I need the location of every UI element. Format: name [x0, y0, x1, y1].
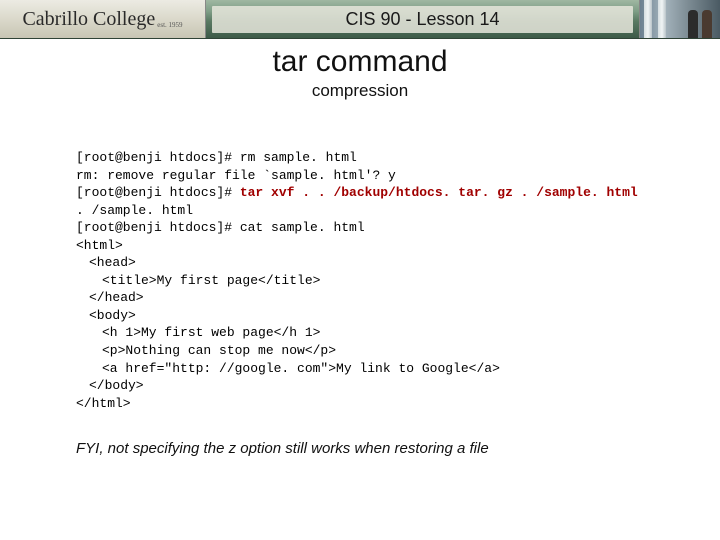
term-line: rm: remove regular file `sample. html'? … — [76, 167, 720, 185]
header-photo — [639, 0, 720, 38]
term-line: <html> — [76, 237, 720, 255]
term-line: rm sample. html — [240, 150, 357, 165]
term-line: </body> — [76, 377, 144, 395]
term-highlight: tar xvf . . /backup/htdocs. tar. gz . /s… — [240, 185, 638, 200]
term-line: . /sample. html — [76, 202, 720, 220]
term-line: <h 1>My first web page</h 1> — [76, 324, 320, 342]
college-logo: Cabrillo College est. 1959 — [0, 0, 206, 38]
terminal-output: [root@benji htdocs]# rm sample. html rm:… — [76, 149, 720, 412]
term-line: [root@benji htdocs]# — [76, 185, 240, 200]
title-area: tar command compression — [0, 45, 720, 101]
term-line: <p>Nothing can stop me now</p> — [76, 342, 336, 360]
term-line: <head> — [76, 254, 136, 272]
slide-title: tar command — [0, 45, 720, 79]
lesson-label: CIS 90 - Lesson 14 — [212, 6, 633, 33]
term-line: <title>My first page</title> — [76, 272, 320, 290]
term-line: <a href="http: //google. com">My link to… — [76, 360, 500, 378]
slide-subtitle: compression — [0, 81, 720, 101]
term-line: [root@benji htdocs]# cat sample. html — [76, 219, 720, 237]
header-bar: Cabrillo College est. 1959 CIS 90 - Less… — [0, 0, 720, 39]
term-line: <body> — [76, 307, 136, 325]
logo-text: Cabrillo College — [22, 8, 155, 31]
term-line: [root@benji htdocs]# — [76, 150, 240, 165]
term-line: </html> — [76, 395, 720, 413]
term-line: </head> — [76, 289, 144, 307]
footnote: FYI, not specifying the z option still w… — [76, 440, 720, 457]
logo-subtext: est. 1959 — [157, 21, 182, 29]
